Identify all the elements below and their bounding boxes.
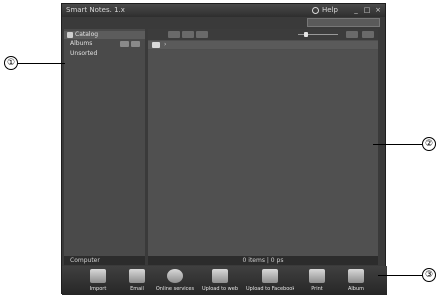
zoom-slider-handle[interactable] bbox=[304, 32, 308, 37]
email-icon bbox=[129, 269, 145, 283]
title-bar: Smart Notes. 1.x Help _ □ × bbox=[62, 4, 385, 17]
content-area[interactable] bbox=[148, 50, 378, 264]
sidebar-item-label: Unsorted bbox=[70, 50, 98, 57]
print-button[interactable]: Print bbox=[297, 266, 337, 295]
status-text: 0 items | 0 ps bbox=[242, 257, 284, 264]
status-bar: 0 items | 0 ps bbox=[148, 256, 378, 265]
album-button[interactable]: Album bbox=[336, 266, 376, 295]
callout-3: ③ bbox=[422, 268, 436, 282]
main-panel: › bbox=[148, 29, 378, 264]
path-separator: › bbox=[164, 41, 167, 48]
upload-web-button[interactable]: Upload to web bbox=[200, 266, 240, 295]
upload-web-label: Upload to web bbox=[201, 286, 239, 292]
online-services-button[interactable]: Online services bbox=[155, 266, 195, 295]
maximize-button[interactable]: □ bbox=[363, 4, 371, 17]
help-icon bbox=[312, 7, 319, 14]
window-title: Smart Notes. 1.x bbox=[66, 6, 125, 14]
path-bar: › bbox=[148, 41, 378, 49]
print-icon bbox=[309, 269, 325, 283]
online-services-label: Online services bbox=[155, 286, 195, 292]
bottom-toolbar: Import Email Online services Upload to w… bbox=[62, 266, 387, 295]
disc-icon bbox=[167, 269, 183, 283]
sidebar-item-label: Catalog bbox=[75, 31, 99, 38]
sidebar-footer-label: Computer bbox=[70, 257, 100, 264]
upload-icon bbox=[212, 269, 228, 283]
help-button[interactable]: Help bbox=[312, 4, 338, 17]
grid-view-button[interactable] bbox=[346, 31, 358, 38]
sidebar-footer[interactable]: Computer bbox=[64, 256, 145, 265]
app-window: Smart Notes. 1.x Help _ □ × Catalog Albu… bbox=[61, 3, 387, 295]
back-button[interactable] bbox=[168, 31, 180, 38]
minimize-button[interactable]: _ bbox=[352, 4, 360, 17]
callout-2: ② bbox=[422, 137, 436, 151]
album-icon bbox=[348, 269, 364, 283]
facebook-icon bbox=[262, 269, 278, 283]
import-button[interactable]: Import bbox=[78, 266, 118, 295]
upload-facebook-label: Upload to Facebook bbox=[246, 286, 294, 292]
list-view-button[interactable] bbox=[362, 31, 374, 38]
album-options-button[interactable] bbox=[131, 41, 140, 47]
callout-1: ① bbox=[4, 56, 18, 70]
search-input[interactable] bbox=[307, 18, 380, 27]
help-label: Help bbox=[322, 6, 338, 14]
callout-3-line bbox=[378, 275, 422, 276]
sidebar-item-unsorted[interactable]: Unsorted bbox=[64, 50, 145, 58]
catalog-icon bbox=[67, 32, 73, 38]
add-album-button[interactable] bbox=[120, 41, 129, 47]
main-toolbar bbox=[148, 29, 378, 40]
sidebar-item-catalog[interactable]: Catalog bbox=[64, 31, 145, 39]
upload-facebook-button[interactable]: Upload to Facebook bbox=[246, 266, 294, 295]
callout-1-line bbox=[18, 63, 65, 64]
album-label: Album bbox=[347, 286, 365, 292]
sidebar-item-label: Albums bbox=[70, 40, 93, 47]
folder-icon bbox=[152, 42, 160, 48]
view-button[interactable] bbox=[196, 31, 208, 38]
sidebar: Catalog Albums Unsorted bbox=[64, 29, 145, 264]
forward-button[interactable] bbox=[182, 31, 194, 38]
close-button[interactable]: × bbox=[374, 4, 382, 17]
import-icon bbox=[90, 269, 106, 283]
sidebar-item-albums[interactable]: Albums bbox=[64, 40, 145, 48]
callout-2-line bbox=[373, 144, 422, 145]
